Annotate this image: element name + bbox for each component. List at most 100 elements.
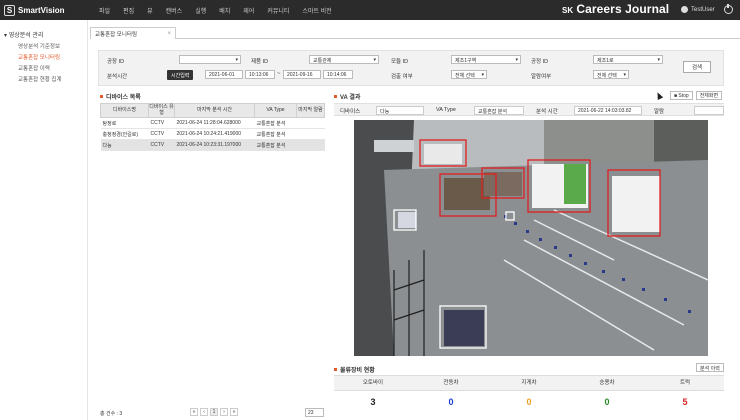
col-header-device-name[interactable]: 디바이스명 [100,103,149,118]
menu-item-edit[interactable]: 편집 [123,6,134,15]
scene-truck-brown [444,178,490,210]
app-name: SmartVision [18,5,65,15]
process-select[interactable]: 제조1로 ▾ [593,55,663,64]
cctv-video-frame[interactable] [354,120,708,356]
sidebar-item-monitoring[interactable]: 교통혼잡 모니터링 [0,53,87,61]
menu-item-run[interactable]: 실행 [195,6,206,15]
mouse-cursor-icon [654,91,664,100]
start-time-input[interactable]: 10:13:06 [245,70,275,79]
cell-device-name: 다능 [100,139,149,151]
cell-va-type: 교통혼잡 분석 [254,139,297,151]
va-time-value: 2021-06-22 14:03:03.82 [574,106,642,115]
col-header-last-analysis[interactable]: 마지막 분석 시간 [174,103,255,118]
col-header-device-type[interactable]: 디바이스 유형 [148,103,175,118]
user-name: TestUser [691,6,715,13]
cell-last-analysis: 2021-06-24 11:28:04.628000 [174,117,255,129]
table-row-selected[interactable]: 다능 CCTV 2021-06-24 10:23:31.197000 교통혼잡 … [100,139,325,151]
chevron-down-icon: ▾ [623,72,626,78]
period-label: 분석시간 [107,74,128,80]
page-size-select[interactable]: 23 [305,408,324,417]
cell-last-analysis: 2021-06-24 10:23:31.197000 [174,139,255,151]
logistics-table: 오토바이 전동차 지게차 승용차 트럭 3 0 0 0 5 [334,375,724,415]
chevron-down-icon: ▾ [373,57,376,63]
menu-item-canvas[interactable]: 캔버스 [166,6,183,15]
user-menu[interactable]: TestUser [681,6,715,13]
menu-item-community[interactable]: 커뮤니티 [267,6,289,15]
page-1-button[interactable]: 1 [210,408,218,416]
cell-device-name: 탕정로 [100,117,149,129]
menu-item-batch[interactable]: 배치 [219,6,230,15]
analysis-history-button[interactable]: 분석 이력 [696,363,724,372]
bullet-icon [100,95,103,98]
menu-item-smart-vision[interactable]: 스마트 비전 [302,6,331,15]
va-result-title: VA 결과 [334,92,360,101]
product-label: 제품 ID [251,59,269,65]
sidebar-item-criteria[interactable]: 영상분석 기준정보 [0,42,87,50]
pagination: 총 건수 : 3 « ‹ 1 › » 23 [100,408,324,418]
top-bar: S SmartVision 파일 편집 뷰 캔버스 실행 배치 제어 커뮤니티 … [0,0,740,20]
user-icon [681,6,688,13]
col-header-va-type[interactable]: VA Type [254,103,297,118]
col-header-last-alarm[interactable]: 마지막 알람 [296,103,325,118]
logistics-values-row: 3 0 0 0 5 [334,391,724,413]
cell-device-type: CCTV [148,128,175,140]
power-icon[interactable] [724,4,733,14]
table-row[interactable]: 충청정경(안길로) CCTV 2021-06-24 10:24:21.41900… [100,128,325,140]
main-menu: 파일 편집 뷰 캔버스 실행 배치 제어 커뮤니티 스마트 비전 [99,6,345,15]
cell-device-type: CCTV [148,139,175,151]
alarm-select[interactable]: 전체 선택 ▾ [593,70,629,79]
cctv-scene [354,120,708,356]
first-page-button[interactable]: « [190,408,198,416]
sidebar-item-summary[interactable]: 교통혼잡 현황 집계 [0,75,87,83]
filter-panel: 공장 ID ▾ 제품 ID 교통관제 ▾ 모듈 ID 제조1구역 ▾ 공정 ID 제… [98,50,724,86]
product-value: 교통관제 [313,58,332,64]
process-label: 공정 ID [531,59,549,65]
table-row[interactable]: 탕정로 CCTV 2021-06-24 11:28:04.628000 교통혼잡… [100,117,325,129]
prev-page-button[interactable]: ‹ [200,408,208,416]
end-time-input[interactable]: 10:14:06 [323,70,353,79]
brand-watermark: SK Careers Journal [562,2,669,16]
next-page-button[interactable]: › [220,408,228,416]
tab-traffic-monitoring[interactable]: 교통혼잡 모니터링 × [90,27,176,39]
last-page-button[interactable]: » [230,408,238,416]
count-forklift: 0 [526,397,532,407]
scene-motorbike [444,310,484,346]
search-button[interactable]: 검색 [683,61,711,73]
menu-item-control[interactable]: 제어 [243,6,254,15]
end-date-input[interactable]: 2021-09-16 [283,70,321,79]
scene-truck-white [612,176,660,232]
sidebar: ▾ 영상분석 관리 영상분석 기준정보 교통혼잡 모니터링 교통혼잡 이력 교통… [0,20,88,420]
fullscreen-button[interactable]: 전체화면 [695,91,723,100]
sidebar-group-video-analysis[interactable]: ▾ 영상분석 관리 [0,30,87,39]
menu-item-view[interactable]: 뷰 [147,6,153,15]
col-header-electric-cart: 전동차 [443,380,459,386]
va-device-label: 디바이스 [340,109,361,115]
menu-item-file[interactable]: 파일 [99,6,110,15]
detect-label: 검출 여부 [391,74,413,80]
start-date-input[interactable]: 2021-06-01 [205,70,243,79]
process-value: 제조1로 [597,58,614,64]
chevron-down-icon: ▾ [481,72,484,78]
col-header-truck: 트럭 [679,380,691,386]
app-logo[interactable]: S SmartVision [4,4,84,16]
detect-select[interactable]: 전체 선택 ▾ [451,70,487,79]
factory-select[interactable]: ▾ [179,55,241,64]
tab-label: 교통혼잡 모니터링 [95,31,138,38]
time-input-button[interactable]: 시간입력 [167,70,194,80]
module-select[interactable]: 제조1구역 ▾ [451,55,521,64]
cell-va-type: 교통혼잡 분석 [254,117,297,129]
cell-last-alarm [296,117,325,129]
va-device-value: 다능 [376,106,424,115]
factory-label: 공장 ID [107,59,125,65]
stop-button[interactable]: ■ Stop [670,91,693,100]
brand-prefix: SK [562,6,574,15]
logistics-header-row: 오토바이 전동차 지게차 승용차 트럭 [334,375,724,391]
product-select[interactable]: 교통관제 ▾ [309,55,379,64]
col-header-motorbike: 오토바이 [362,380,384,386]
va-type-value: 교통혼잡 분석 [474,106,524,115]
module-value: 제조1구역 [455,58,477,64]
va-info-row: 디바이스 다능 VA Type 교통혼잡 분석 분석 시간 2021-06-22… [334,103,724,116]
sidebar-item-history[interactable]: 교통혼잡 이력 [0,64,87,72]
va-alarm-value [694,106,724,115]
close-icon[interactable]: × [167,31,171,37]
